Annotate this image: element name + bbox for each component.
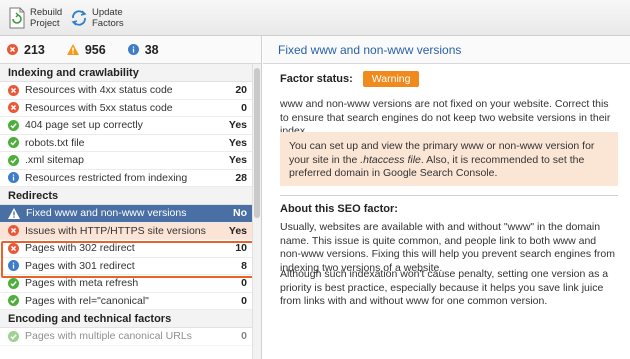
- summary-bar: 213 956 38: [0, 36, 261, 64]
- update-label-line1: Update: [92, 7, 123, 18]
- about-paragraph-2: Although such indexation won't cause pen…: [280, 268, 609, 307]
- warnings-count[interactable]: 956: [66, 42, 106, 57]
- factor-value: 10: [235, 242, 247, 255]
- factor-row[interactable]: robots.txt file Yes: [0, 135, 261, 152]
- status-badge: Warning: [362, 71, 420, 87]
- check-icon: [8, 119, 19, 131]
- error-icon: [8, 84, 19, 96]
- factor-label: Pages with rel="canonical": [25, 294, 149, 307]
- details-title: Fixed www and non-www versions: [263, 36, 630, 64]
- factor-value: No: [233, 207, 247, 220]
- update-factors-button[interactable]: Update Factors: [70, 4, 124, 32]
- rebuild-project-icon: [9, 7, 25, 29]
- factor-label: .xml sitemap: [25, 154, 84, 167]
- about-paragraph-1: Usually, websites are available with and…: [280, 221, 615, 274]
- update-factors-icon: [71, 10, 87, 26]
- factors-list-panel: 213 956 38 Indexing and crawlability Res…: [0, 36, 262, 359]
- factor-row[interactable]: Resources restricted from indexing 28: [0, 170, 261, 187]
- scrollbar-thumb[interactable]: [254, 68, 260, 218]
- check-icon: [8, 295, 19, 307]
- factor-row[interactable]: Pages with 301 redirect 8: [0, 258, 261, 275]
- factor-row[interactable]: Resources with 5xx status code 0: [0, 100, 261, 117]
- factor-label: Resources with 4xx status code: [25, 84, 173, 97]
- factor-value: 0: [241, 101, 247, 114]
- factor-label: Resources with 5xx status code: [25, 101, 173, 114]
- error-icon: [8, 242, 19, 254]
- factor-status-label: Factor status:: [280, 73, 353, 85]
- check-icon: [8, 330, 19, 342]
- warning-icon: [8, 207, 20, 219]
- factor-value: Yes: [228, 154, 247, 167]
- info-icon: [8, 172, 19, 184]
- factor-value: 0: [241, 277, 247, 290]
- factor-value: 0: [241, 294, 247, 307]
- divider: [280, 195, 618, 196]
- factor-value: 20: [235, 84, 247, 97]
- update-label-line2: Factors: [92, 18, 124, 29]
- warning-icon: [66, 44, 79, 55]
- recommendation-note: You can set up and view the primary www …: [280, 132, 618, 186]
- info-icon: [8, 260, 19, 272]
- section-redirects[interactable]: Redirects: [0, 187, 261, 205]
- error-icon: [7, 44, 18, 55]
- factor-label: Issues with HTTP/HTTPS site versions: [25, 224, 206, 237]
- factor-label: Pages with multiple canonical URLs: [25, 330, 192, 343]
- factor-value: 28: [235, 171, 247, 184]
- info-count-value: 38: [144, 42, 159, 57]
- factor-value: Yes: [228, 119, 247, 132]
- about-heading: About this SEO factor:: [280, 203, 398, 215]
- factor-label: Pages with meta refresh: [25, 277, 139, 290]
- factor-label: 404 page set up correctly: [25, 119, 143, 132]
- factor-row[interactable]: .xml sitemap Yes: [0, 152, 261, 170]
- check-icon: [8, 137, 19, 149]
- factor-label: Pages with 302 redirect: [25, 242, 135, 255]
- factor-row[interactable]: 404 page set up correctly Yes: [0, 117, 261, 135]
- factor-value: Yes: [228, 136, 247, 149]
- rebuild-label-line1: Rebuild: [30, 7, 63, 18]
- factor-row[interactable]: Issues with HTTP/HTTPS site versions Yes: [0, 222, 261, 240]
- factor-label: Fixed www and non-www versions: [26, 207, 187, 220]
- error-icon: [8, 225, 19, 237]
- factor-row[interactable]: Pages with 302 redirect 10: [0, 240, 261, 258]
- warnings-count-value: 956: [84, 42, 106, 57]
- factor-value: 0: [241, 330, 247, 343]
- factor-label: Resources restricted from indexing: [25, 171, 188, 184]
- section-encoding[interactable]: Encoding and technical factors: [0, 310, 261, 328]
- factor-value: 8: [241, 259, 247, 272]
- check-icon: [8, 277, 19, 289]
- check-icon: [8, 154, 19, 166]
- factor-label: robots.txt file: [25, 136, 85, 149]
- rebuild-label-line2: Project: [30, 18, 60, 29]
- errors-count-value: 213: [24, 42, 45, 57]
- info-count[interactable]: 38: [127, 42, 159, 57]
- factor-value: Yes: [228, 224, 247, 237]
- section-indexing[interactable]: Indexing and crawlability: [0, 64, 261, 82]
- rebuild-project-button[interactable]: Rebuild Project: [8, 4, 62, 32]
- note-htaccess: .htaccess file: [360, 153, 421, 166]
- factor-row[interactable]: Resources with 4xx status code 20: [0, 82, 261, 100]
- factor-row[interactable]: Pages with meta refresh 0: [0, 275, 261, 293]
- info-icon: [127, 44, 139, 55]
- factor-label: Pages with 301 redirect: [25, 259, 135, 272]
- factor-row-selected[interactable]: Fixed www and non-www versions No: [0, 205, 261, 223]
- factor-details-panel: Fixed www and non-www versions Factor st…: [263, 36, 630, 359]
- factor-row[interactable]: Pages with multiple canonical URLs 0: [0, 328, 261, 346]
- errors-count[interactable]: 213: [7, 43, 45, 57]
- toolbar: Rebuild Project Update Factors: [0, 0, 630, 36]
- factor-row[interactable]: Pages with rel="canonical" 0: [0, 293, 261, 310]
- factor-status: Factor status: Warning: [280, 71, 420, 87]
- scrollbar[interactable]: [252, 64, 261, 359]
- error-icon: [8, 102, 19, 114]
